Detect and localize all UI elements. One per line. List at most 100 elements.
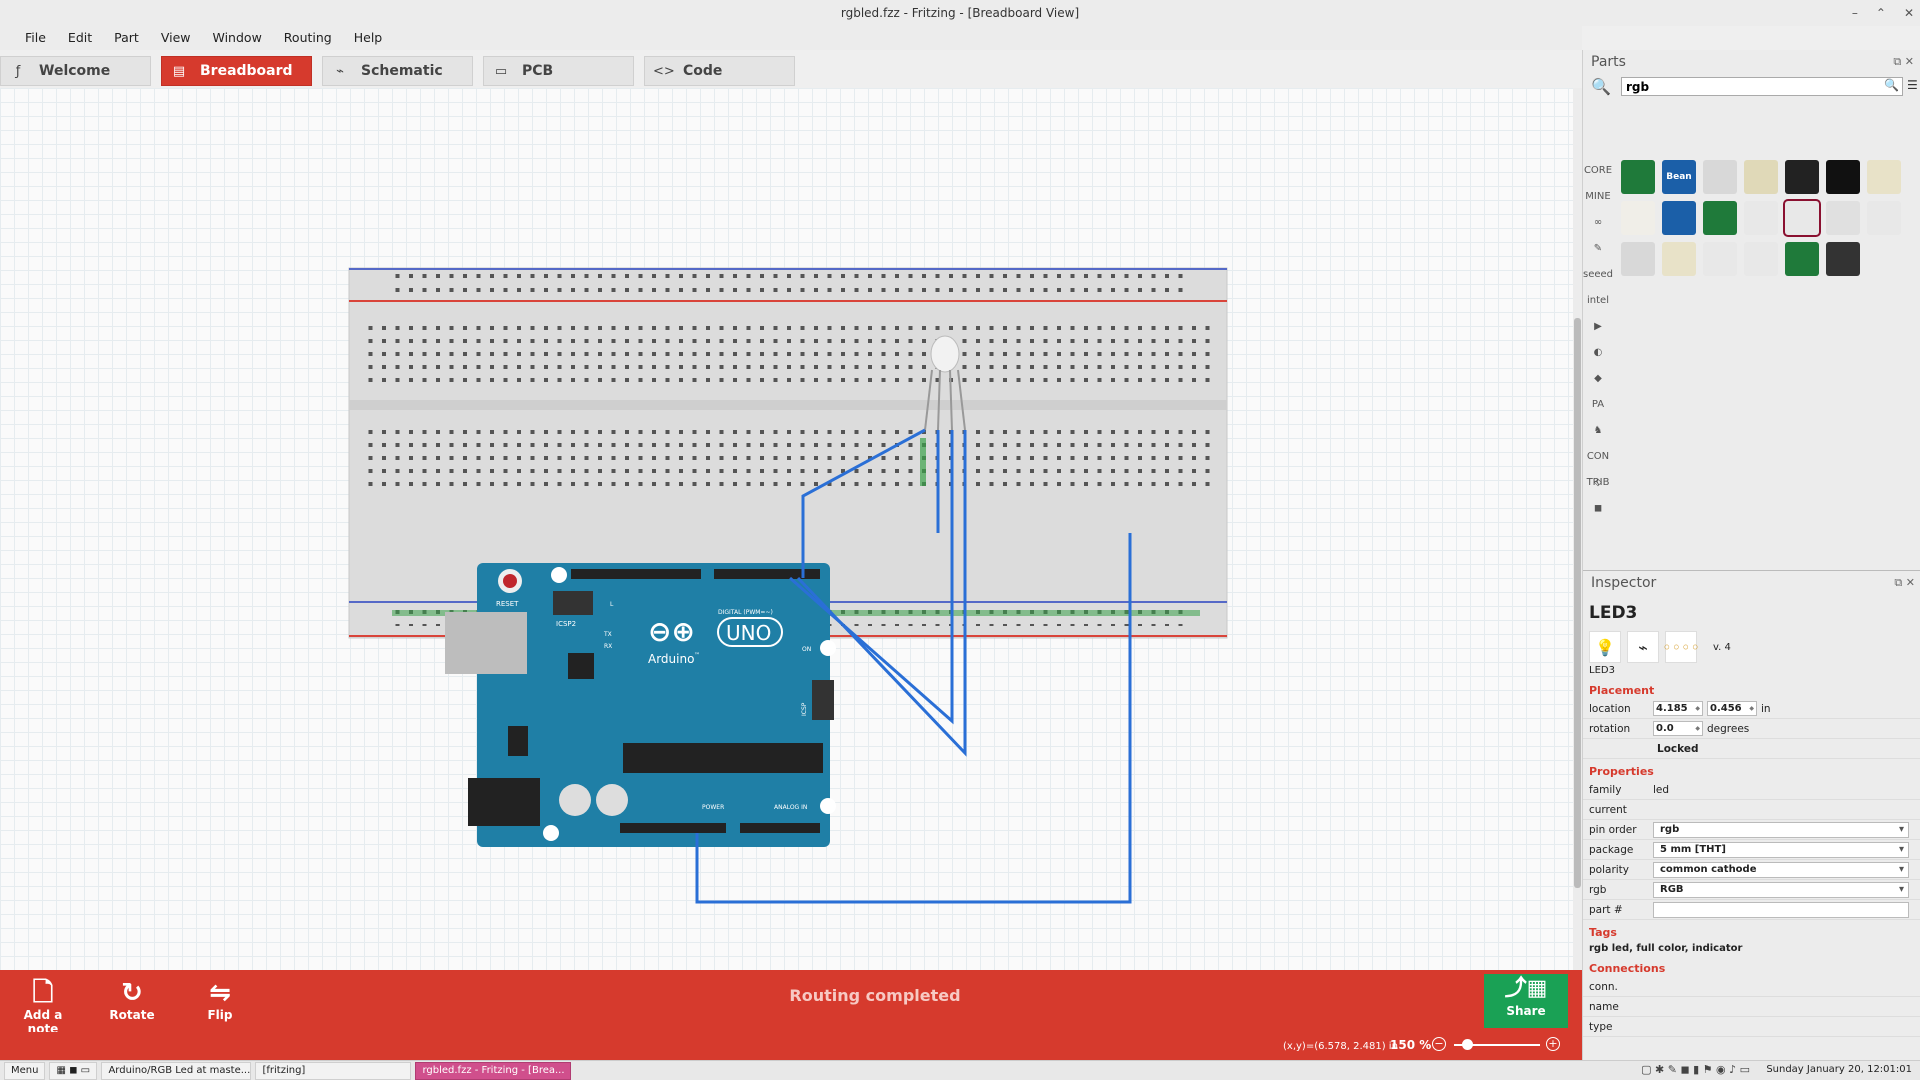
pcb-icon: ▭ <box>494 63 508 79</box>
bin-animal[interactable]: ♞ <box>1583 418 1613 444</box>
location-y-field[interactable]: 0.456 <box>1707 701 1757 716</box>
inspector-part-label: LED3 <box>1589 665 1615 676</box>
flip-icon: ⇋ <box>209 978 231 1008</box>
pcb-view-icon: ◦◦◦◦ <box>1662 631 1700 663</box>
zoom-out-icon[interactable]: − <box>1432 1037 1446 1051</box>
package-select[interactable]: 5 mm [THT] <box>1653 841 1909 858</box>
parts-search-input[interactable] <box>1621 77 1903 96</box>
conn-label: conn. <box>1589 980 1618 993</box>
part-result-item[interactable] <box>1744 242 1778 276</box>
part-result-item[interactable] <box>1785 242 1819 276</box>
locked-checkbox[interactable]: Locked <box>1583 739 1920 759</box>
menu-help[interactable]: Help <box>343 26 394 50</box>
menu-file[interactable]: File <box>14 26 57 50</box>
location-x-field[interactable]: 4.185 <box>1653 701 1703 716</box>
location-unit[interactable]: in <box>1761 703 1771 715</box>
bin-mine[interactable]: MINE <box>1583 184 1613 210</box>
part-result-item[interactable]: Bean <box>1662 160 1696 194</box>
start-menu-button[interactable]: Menu <box>4 1061 46 1080</box>
rgb-select[interactable]: RGB <box>1653 881 1909 898</box>
bin-pa[interactable]: PA <box>1583 392 1613 418</box>
menu-window[interactable]: Window <box>202 26 273 50</box>
part-number-input[interactable] <box>1653 901 1909 918</box>
part-result-item[interactable] <box>1826 160 1860 194</box>
part-result-item[interactable] <box>1783 199 1821 237</box>
tab-pcb[interactable]: ▭ PCB <box>483 56 634 86</box>
pin-order-select[interactable]: rgb <box>1653 821 1909 838</box>
conn-row: conn. <box>1583 977 1920 997</box>
tab-schematic-label: Schematic <box>361 63 443 79</box>
part-result-item[interactable] <box>1621 160 1655 194</box>
type-row: type <box>1583 1017 1920 1037</box>
bin-core[interactable]: CORE <box>1583 158 1613 184</box>
tab-welcome[interactable]: ƒ Welcome <box>0 56 151 86</box>
parts-results-grid: Bean <box>1621 160 1913 276</box>
part-result-item[interactable] <box>1826 201 1860 235</box>
polarity-select[interactable]: common cathode <box>1653 861 1909 878</box>
part-result-item[interactable] <box>1826 242 1860 276</box>
zoom-slider-handle[interactable] <box>1462 1039 1473 1050</box>
os-taskbar: Menu ▦ ◼ ▭ Arduino/RGB Led at maste... [… <box>0 1060 1920 1080</box>
part-result-item[interactable] <box>1662 201 1696 235</box>
bin-lilypad[interactable]: ◐ <box>1583 340 1613 366</box>
parts-search-row: 🔍 🔍 ☰ <box>1583 74 1920 100</box>
part-result-item[interactable] <box>1703 242 1737 276</box>
bin-arduino[interactable]: ∞ <box>1583 210 1613 236</box>
part-result-item[interactable] <box>1785 160 1819 194</box>
package-label: package <box>1589 843 1634 856</box>
bin-snootlab[interactable]: ▶ <box>1583 314 1613 340</box>
rotation-field[interactable]: 0.0 <box>1653 721 1703 736</box>
inspector-float-close-icon[interactable]: ⧉ ✕ <box>1894 571 1915 595</box>
part-result-item[interactable] <box>1744 201 1778 235</box>
panel-float-close-icon[interactable]: ⧉ ✕ <box>1893 50 1914 74</box>
tab-breadboard[interactable]: ▤ Breadboard <box>161 56 312 86</box>
maximize-button[interactable]: ⌃ <box>1876 0 1886 26</box>
taskbar-item-files[interactable]: [fritzing] <box>255 1061 412 1080</box>
bin-temp[interactable]: ◼ <box>1583 496 1613 522</box>
system-tray[interactable]: ▢ ✱ ✎ ◼ ▮ ⚑ ◉ ♪ ▭ <box>1641 1063 1750 1076</box>
rotate-button[interactable]: ↻ Rotate <box>108 978 156 1022</box>
taskbar-item-browser[interactable]: Arduino/RGB Led at maste... <box>101 1061 252 1080</box>
part-result-item[interactable] <box>1621 201 1655 235</box>
menu-edit[interactable]: Edit <box>57 26 103 50</box>
part-result-item[interactable] <box>1621 242 1655 276</box>
search-go-icon[interactable]: 🔍 <box>1884 78 1899 92</box>
part-number-row: part # <box>1583 900 1920 920</box>
search-menu-icon[interactable]: ☰ <box>1907 78 1918 92</box>
close-button[interactable]: ✕ <box>1904 0 1914 26</box>
schematic-icon: ⌁ <box>336 63 344 79</box>
part-result-item[interactable] <box>1867 201 1901 235</box>
arduino-digital-label: DIGITAL (PWM=~) <box>718 609 773 616</box>
quick-launch-icons[interactable]: ▦ ◼ ▭ <box>49 1061 98 1080</box>
vertical-scrollbar-thumb[interactable] <box>1574 318 1581 888</box>
minimize-button[interactable]: – <box>1852 0 1858 26</box>
search-icon[interactable]: 🔍 <box>1591 77 1611 96</box>
bin-sparkfun[interactable]: ✎ <box>1583 236 1613 262</box>
part-result-item[interactable] <box>1744 160 1778 194</box>
part-result-item[interactable] <box>1867 160 1901 194</box>
part-result-item[interactable] <box>1703 201 1737 235</box>
menu-part[interactable]: Part <box>103 26 150 50</box>
bin-adafruit[interactable]: ◆ <box>1583 366 1613 392</box>
zoom-in-icon[interactable]: + <box>1546 1037 1560 1051</box>
add-note-button[interactable]: 🗋 Add a note <box>12 978 74 1036</box>
part-result-item[interactable] <box>1662 242 1696 276</box>
tab-code[interactable]: <> Code <box>644 56 795 86</box>
tab-schematic[interactable]: ⌁ Schematic <box>322 56 473 86</box>
vertical-scrollbar[interactable] <box>1573 88 1582 970</box>
taskbar-item-fritzing[interactable]: rgbled.fzz - Fritzing - [Brea... <box>415 1061 572 1080</box>
bin-seeed[interactable]: seeed <box>1583 262 1613 288</box>
bin-intel[interactable]: intel <box>1583 288 1613 314</box>
family-value: led <box>1653 783 1670 796</box>
bin-contrib[interactable]: CON TRIB <box>1583 444 1613 488</box>
flip-button[interactable]: ⇋ Flip <box>200 978 240 1022</box>
start-menu-label: Menu <box>11 1064 39 1076</box>
part-number-label: part # <box>1589 903 1623 916</box>
family-row: family led <box>1583 780 1920 800</box>
menu-routing[interactable]: Routing <box>273 26 343 50</box>
arduino-uno-board[interactable]: ⊖⊕ UNO Arduino ™ RESET ICSP2 ICSP ON L T… <box>445 563 836 847</box>
breadboard-canvas[interactable]: ⊖⊕ UNO Arduino ™ RESET ICSP2 ICSP ON L T… <box>0 88 1573 970</box>
part-result-item[interactable] <box>1703 160 1737 194</box>
share-button[interactable]: ⤴▦ Share <box>1484 974 1568 1028</box>
menu-view[interactable]: View <box>150 26 202 50</box>
